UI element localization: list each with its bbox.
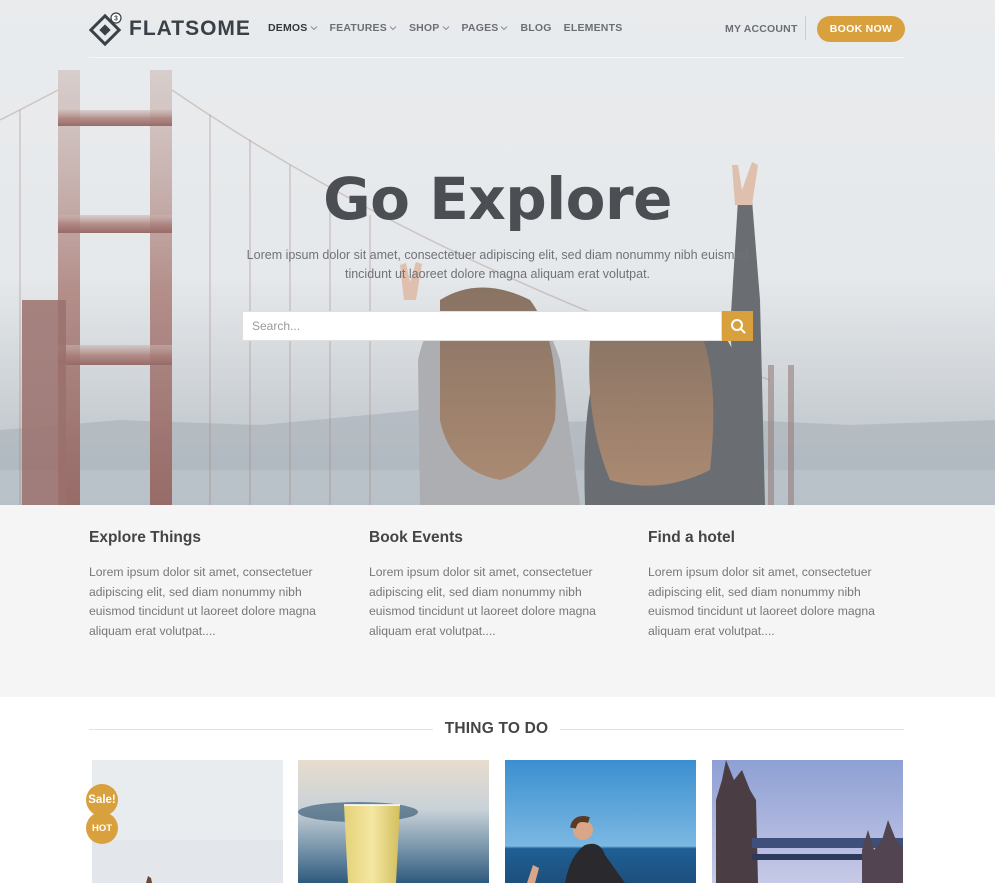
chevron-down-icon: [442, 26, 449, 31]
header-divider: [89, 57, 904, 58]
features-section: Explore Things Lorem ipsum dolor sit ame…: [0, 505, 995, 697]
things-to-do-heading: THING TO DO: [89, 718, 904, 740]
feature-text: Lorem ipsum dolor sit amet, consectetuer…: [89, 565, 316, 638]
main-nav: DEMOS FEATURES SHOP PAGES BLOG ELEMENTS: [268, 22, 634, 34]
product-image: [92, 760, 283, 883]
site-logo[interactable]: 3 FLATSOME: [88, 11, 251, 47]
feature-explore-things: Explore Things Lorem ipsum dolor sit ame…: [89, 529, 329, 641]
my-account-link[interactable]: MY ACCOUNT: [725, 23, 798, 35]
nav-item-demos[interactable]: DEMOS: [268, 22, 318, 34]
search-input[interactable]: [242, 311, 722, 341]
product-image: [712, 760, 903, 883]
section-title: THING TO DO: [444, 720, 549, 737]
divider-line: [560, 728, 904, 730]
feature-title: Explore Things: [89, 529, 201, 546]
hero-subtitle: Lorem ipsum dolor sit amet, consectetuer…: [246, 248, 749, 281]
nav-item-elements[interactable]: ELEMENTS: [564, 22, 623, 34]
nav-item-label: BLOG: [520, 22, 552, 34]
product-card-3[interactable]: [505, 760, 696, 883]
site-header: 3 FLATSOME DEMOS FEATURES SHOP PAGES BLO…: [0, 0, 995, 58]
hero-title: Go Explore: [323, 165, 672, 233]
product-image: [505, 760, 696, 883]
nav-item-label: FEATURES: [329, 22, 387, 34]
logo-badge: 3: [114, 16, 118, 23]
nav-item-label: SHOP: [408, 22, 440, 34]
product-card-4[interactable]: [712, 760, 903, 883]
nav-item-blog[interactable]: BLOG: [520, 22, 551, 34]
product-image: [298, 760, 489, 883]
hot-badge: HOT: [86, 812, 118, 844]
feature-text: Lorem ipsum dolor sit amet, consectetuer…: [648, 565, 875, 638]
chevron-down-icon: [310, 26, 317, 31]
divider-line: [89, 728, 433, 730]
chevron-down-icon: [389, 26, 397, 31]
hero-search-form: [242, 311, 753, 341]
feature-title: Book Events: [369, 529, 463, 546]
nav-item-pages[interactable]: PAGES: [462, 22, 509, 34]
hero-section: Go Explore Lorem ipsum dolor sit amet, c…: [0, 0, 995, 505]
search-button[interactable]: [722, 311, 753, 341]
feature-book-events: Book Events Lorem ipsum dolor sit amet, …: [369, 529, 609, 641]
product-card-1[interactable]: [92, 760, 283, 883]
diamond-logo-icon: 3: [88, 11, 125, 47]
nav-item-shop[interactable]: SHOP: [409, 22, 450, 34]
product-grid: [92, 760, 903, 883]
chevron-down-icon: [501, 26, 508, 31]
nav-item-label: DEMOS: [268, 22, 308, 34]
nav-divider: [805, 16, 806, 40]
nav-item-label: PAGES: [461, 22, 499, 34]
logo-text: FLATSOME: [129, 17, 251, 40]
feature-title: Find a hotel: [648, 529, 735, 546]
feature-text: Lorem ipsum dolor sit amet, consectetuer…: [369, 565, 596, 638]
product-card-2[interactable]: [298, 760, 489, 883]
book-now-button[interactable]: BOOK NOW: [817, 16, 905, 42]
feature-find-a-hotel: Find a hotel Lorem ipsum dolor sit amet,…: [648, 529, 888, 641]
nav-item-label: ELEMENTS: [563, 22, 623, 34]
search-icon: [730, 319, 745, 334]
nav-item-features[interactable]: FEATURES: [330, 22, 397, 34]
